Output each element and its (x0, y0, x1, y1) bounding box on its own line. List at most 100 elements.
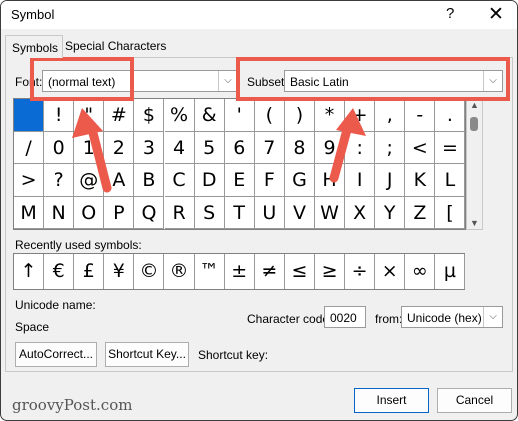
symbol-cell-selected[interactable] (14, 99, 45, 132)
symbol-grid[interactable]: ! " # $% & '() * +, -. /0 1 2 3 4 5 6 7 8 9:; < = >? @ A B C D E F G H… (13, 98, 466, 230)
symbol-cell[interactable]: A (104, 164, 135, 197)
symbol-cell[interactable]: Z (405, 196, 436, 230)
scroll-down-icon[interactable]: ▼ (470, 218, 479, 228)
symbol-cell[interactable]: 3 (134, 131, 165, 165)
dialog-title: Symbol (11, 7, 55, 22)
symbol-cell[interactable]: 1 (74, 131, 105, 165)
recent-symbol-cell[interactable]: ¥ (104, 254, 135, 289)
symbol-cell[interactable]: & (194, 99, 225, 132)
symbol-cell[interactable]: ) (284, 99, 315, 132)
recent-symbol-cell[interactable]: ® (165, 254, 195, 289)
help-button[interactable]: ? (446, 5, 454, 22)
scroll-thumb[interactable] (470, 117, 478, 131)
recent-symbol-cell[interactable]: ∞ (405, 254, 436, 289)
symbol-cell[interactable]: . (435, 99, 466, 132)
symbol-cell[interactable]: H (315, 164, 346, 197)
symbol-cell[interactable]: " (74, 99, 105, 132)
watermark: groovyPost.com (12, 396, 133, 414)
symbol-cell[interactable]: G (284, 164, 315, 197)
symbol-cell[interactable]: 9 (315, 131, 346, 165)
symbol-cell[interactable]: Y (375, 196, 406, 230)
symbol-cell[interactable]: ' (224, 99, 255, 132)
symbol-cell[interactable]: B (134, 164, 165, 197)
recent-symbol-cell[interactable]: © (134, 254, 165, 289)
symbol-cell[interactable]: [ (435, 196, 466, 230)
symbol-cell[interactable]: O (74, 196, 105, 230)
recent-symbol-cell[interactable]: £ (74, 254, 105, 289)
recent-symbol-cell[interactable]: ≤ (285, 254, 315, 289)
symbol-cell[interactable]: D (194, 164, 225, 197)
symbol-cell[interactable]: < (405, 131, 436, 165)
recent-symbol-cell[interactable]: ≠ (255, 254, 285, 289)
scroll-up-icon[interactable]: ▲ (470, 100, 479, 110)
symbol-cell[interactable]: > (14, 164, 45, 197)
character-code-label: Character code: (247, 312, 333, 326)
symbol-cell[interactable]: : (345, 131, 376, 165)
symbol-cell[interactable]: + (345, 99, 376, 132)
from-label: from: (375, 312, 403, 326)
symbol-cell[interactable]: R (164, 196, 195, 230)
tab-symbols[interactable]: Symbols (5, 35, 63, 58)
symbol-cell[interactable]: 0 (44, 131, 75, 165)
symbol-cell[interactable]: X (345, 196, 376, 230)
shortcut-key-button[interactable]: Shortcut Key... (105, 342, 189, 367)
shortcut-key-label: Shortcut key: (198, 348, 269, 362)
symbol-cell[interactable]: K (405, 164, 436, 197)
recent-symbol-cell[interactable]: × (375, 254, 406, 289)
insert-button[interactable]: Insert (354, 388, 429, 413)
symbol-cell[interactable]: - (405, 99, 436, 132)
cancel-button[interactable]: Cancel (437, 388, 512, 413)
symbol-cell[interactable]: * (315, 99, 346, 132)
symbol-cell[interactable]: ! (44, 99, 75, 132)
symbol-cell[interactable]: @ (74, 164, 105, 197)
symbol-cell[interactable]: M (14, 196, 45, 230)
symbol-cell[interactable]: 8 (284, 131, 315, 165)
symbol-cell[interactable]: S (194, 196, 225, 230)
symbol-grid-scrollbar[interactable]: ▲ ▼ (466, 98, 483, 230)
symbol-cell[interactable]: % (164, 99, 195, 132)
recent-symbol-cell[interactable]: ™ (195, 254, 225, 289)
symbol-cell[interactable]: 6 (224, 131, 255, 165)
from-value: Unicode (hex) (407, 311, 482, 325)
recent-symbol-cell[interactable]: ÷ (345, 254, 376, 289)
symbol-cell[interactable]: I (345, 164, 376, 197)
symbol-cell[interactable]: ( (254, 99, 285, 132)
symbol-cell[interactable]: U (254, 196, 285, 230)
symbol-cell[interactable]: 2 (104, 131, 135, 165)
symbol-cell[interactable]: T (224, 196, 255, 230)
symbol-cell[interactable]: ; (375, 131, 406, 165)
symbol-cell[interactable]: 7 (254, 131, 285, 165)
symbol-cell[interactable]: C (164, 164, 195, 197)
symbol-cell[interactable]: $ (134, 99, 165, 132)
recent-symbol-cell[interactable]: ↑ (14, 254, 45, 289)
font-highlight-box (30, 57, 134, 101)
symbol-cell[interactable]: Q (134, 196, 165, 230)
symbol-cell[interactable]: J (375, 164, 406, 197)
symbol-cell[interactable]: W (315, 196, 346, 230)
recent-symbols[interactable]: ↑ € £ ¥ © ® ™ ± ≠ ≤ ≥ ÷ × ∞ µ (13, 253, 466, 290)
unicode-name-value: Space (15, 320, 50, 334)
character-code-field[interactable]: 0020 (324, 306, 366, 328)
recent-symbol-cell[interactable]: ≥ (315, 254, 346, 289)
close-button[interactable]: ✕ (488, 3, 504, 26)
symbol-cell[interactable]: L (435, 164, 466, 197)
symbol-cell[interactable]: 4 (164, 131, 195, 165)
symbol-cell[interactable]: ? (44, 164, 75, 197)
symbol-cell[interactable]: # (104, 99, 135, 132)
symbol-cell[interactable]: E (224, 164, 255, 197)
autocorrect-button[interactable]: AutoCorrect... (15, 342, 97, 367)
tab-special-characters[interactable]: Special Characters (65, 39, 166, 53)
symbol-cell[interactable]: N (44, 196, 75, 230)
recent-symbol-cell[interactable]: µ (435, 254, 466, 289)
symbol-cell[interactable]: 5 (194, 131, 225, 165)
symbol-cell[interactable]: = (435, 131, 466, 165)
character-code-value: 0020 (330, 311, 357, 325)
symbol-cell[interactable]: P (104, 196, 135, 230)
symbol-cell[interactable]: / (14, 131, 45, 165)
recent-symbol-cell[interactable]: € (44, 254, 75, 289)
from-dropdown[interactable]: Unicode (hex) ⌵ (401, 306, 503, 328)
symbol-cell[interactable]: V (284, 196, 315, 230)
symbol-cell[interactable]: F (254, 164, 285, 197)
recent-symbol-cell[interactable]: ± (225, 254, 255, 289)
symbol-cell[interactable]: , (375, 99, 406, 132)
